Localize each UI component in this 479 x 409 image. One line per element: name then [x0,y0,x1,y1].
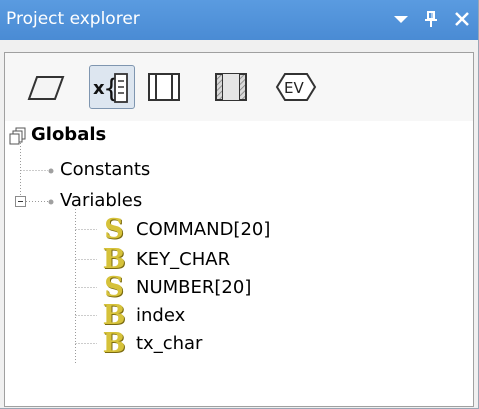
project-tree: Globals Constants Variables S COMMAND[20… [5,121,473,406]
hatched-block-icon[interactable] [208,65,254,109]
byte-type-icon: B [102,244,126,275]
svg-text:EV: EV [284,79,304,97]
project-explorer-panel: Project explorer x {EV Globals Constant… [0,0,479,409]
tree-node-variable[interactable]: COMMAND[20] [136,218,270,242]
tree-node-variable[interactable]: tx_char [136,332,202,356]
explorer-toolbar: x {EV [5,53,473,121]
tree-node-variable[interactable]: index [136,304,185,328]
tree-node-variable[interactable]: NUMBER[20] [136,276,251,300]
variables-icon[interactable]: x { [89,65,135,109]
ev-icon[interactable]: EV [273,65,319,109]
collapse-toggle-icon[interactable] [15,196,26,207]
byte-type-icon: B [102,300,126,331]
string-type-icon: S [104,214,124,245]
close-icon[interactable] [450,7,474,31]
tree-node-label: Constants [60,159,151,180]
tree-node-label: KEY_CHAR [136,249,231,270]
tree-node-constants[interactable]: Constants [60,158,150,182]
tree-node-label: COMMAND[20] [136,219,271,240]
tree-node-label: Variables [60,190,143,211]
tree-node-globals[interactable]: Globals [31,123,106,147]
tree-node-label: tx_char [136,333,203,354]
globals-icon [9,127,27,149]
tree-node-label: Globals [31,124,107,145]
byte-type-icon: B [102,328,126,359]
tree-node-label: index [136,305,186,326]
dropdown-icon[interactable] [389,7,413,31]
pin-icon[interactable] [419,7,443,31]
string-type-icon: S [104,272,124,303]
explorer-content: x {EV Globals Constants Variables S COM… [4,52,474,407]
block-icon[interactable] [141,65,187,109]
tree-node-variables[interactable]: Variables [60,189,142,213]
tree-node-variable[interactable]: KEY_CHAR [136,248,230,272]
panel-title: Project explorer [6,9,140,29]
tree-node-label: NUMBER[20] [136,277,252,298]
parallelogram-icon[interactable] [23,65,69,109]
title-bar[interactable]: Project explorer [0,0,478,40]
